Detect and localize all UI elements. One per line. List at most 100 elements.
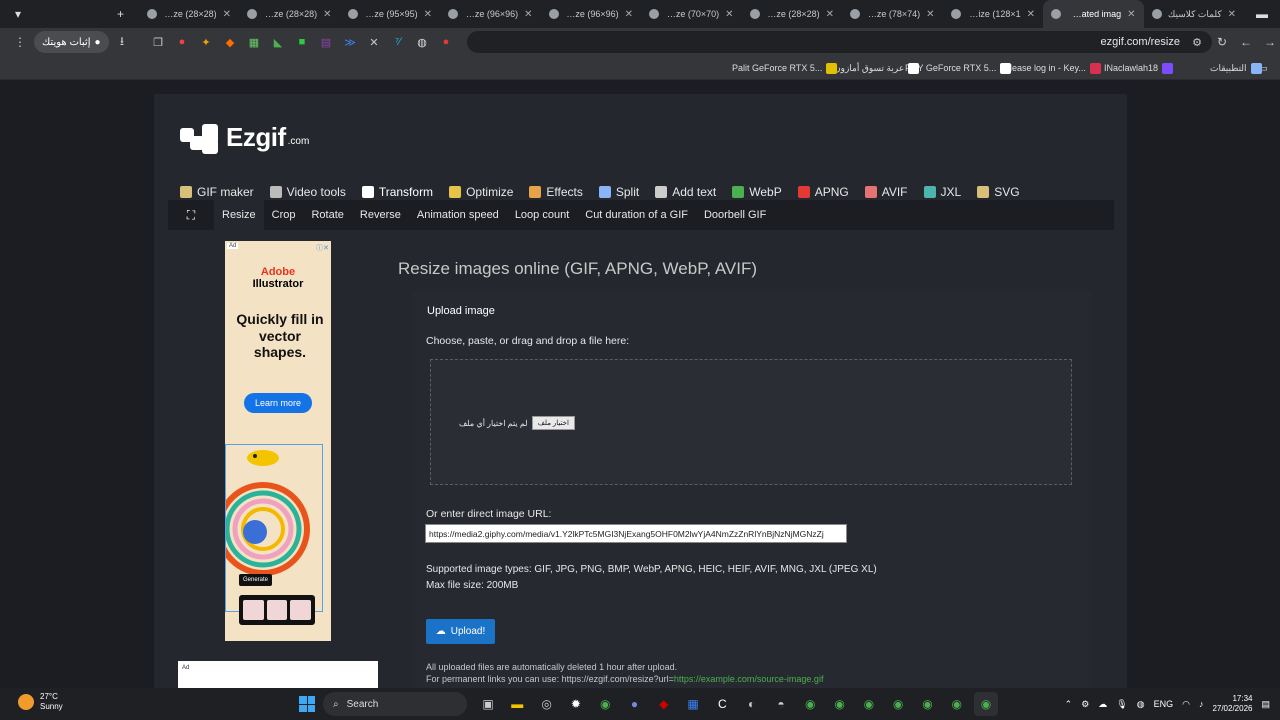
- task-view-icon[interactable]: ▣: [476, 692, 500, 716]
- bookmark-item[interactable]: عربة تسوق أمازون: [834, 60, 920, 76]
- subnav-item-doorbell-gif[interactable]: Doorbell GIF: [696, 200, 774, 230]
- back-button[interactable]: ←: [1234, 30, 1258, 54]
- weather-widget[interactable]: 27°C Sunny: [18, 692, 63, 712]
- bookmark-item[interactable]: Please log in - Key...: [1004, 60, 1101, 76]
- clock[interactable]: 17:34 27/02/2026: [1212, 694, 1252, 714]
- browser-tab[interactable]: ✕ كلمات كلاسيك: [1144, 0, 1245, 28]
- nav-item-webp[interactable]: WebP: [732, 185, 789, 199]
- subnav-item-rotate[interactable]: Rotate: [303, 200, 351, 230]
- mute-icon[interactable]: ✕: [362, 30, 386, 54]
- nav-item-effects[interactable]: Effects: [529, 185, 590, 199]
- discord-icon[interactable]: ●: [622, 692, 646, 716]
- chevron-up-icon[interactable]: ⌃: [1065, 699, 1073, 710]
- extension-puzzle-icon[interactable]: ❐: [146, 30, 170, 54]
- nav-item-optimize[interactable]: Optimize: [449, 185, 521, 199]
- extension-icon[interactable]: ◣: [266, 30, 290, 54]
- chrome-icon[interactable]: ◉: [974, 692, 999, 716]
- new-tab-button[interactable]: +: [103, 0, 139, 28]
- chrome-icon[interactable]: ◉: [945, 692, 969, 716]
- nav-item-apng[interactable]: APNG: [797, 185, 857, 199]
- close-tab-icon[interactable]: ✕: [625, 9, 633, 20]
- forward-button[interactable]: →: [1258, 30, 1280, 54]
- tab-search-button[interactable]: ▾: [0, 0, 36, 28]
- browser-tab[interactable]: ✕ fullsize (128×1: [943, 0, 1044, 28]
- taskbar-search[interactable]: ⌕ Search: [323, 692, 467, 716]
- chrome-icon[interactable]: ◉: [857, 692, 881, 716]
- extension-icon[interactable]: ⁷⁄: [386, 30, 410, 54]
- extension-icon[interactable]: ■: [290, 30, 314, 54]
- ad-banner[interactable]: Ad ⓘ✕ Adobe Illustrator Quickly fill in …: [225, 241, 331, 641]
- file-dropzone[interactable]: اختيار ملف لم يتم اختيار أي ملف: [430, 359, 1072, 485]
- browser-tab[interactable]: ✕ fullsize (28×28): [139, 0, 240, 28]
- app-icon[interactable]: ◎: [535, 692, 559, 716]
- nav-item-split[interactable]: Split: [598, 185, 647, 199]
- address-bar[interactable]: ezgif.com/resize ⚙: [467, 31, 1212, 53]
- site-settings-icon[interactable]: ⚙: [1192, 36, 1202, 49]
- nav-item-add-text[interactable]: Add text: [655, 185, 724, 199]
- file-explorer-icon[interactable]: ▬: [505, 692, 529, 716]
- close-tab-icon[interactable]: ✕: [424, 9, 432, 20]
- volume-icon[interactable]: ♪: [1199, 699, 1204, 709]
- bottom-ad[interactable]: Ad: [178, 661, 378, 688]
- chrome-icon[interactable]: ◉: [593, 692, 617, 716]
- close-tab-icon[interactable]: ✕: [826, 9, 834, 20]
- browser-tab[interactable]: ✕ fullsize (96×96): [440, 0, 541, 28]
- app-icon[interactable]: ◆: [652, 692, 676, 716]
- extension-icon[interactable]: ●: [434, 30, 458, 54]
- extension-icon[interactable]: ◍: [410, 30, 434, 54]
- close-tab-icon[interactable]: ✕: [1127, 9, 1135, 20]
- bookmark-item[interactable]: Palit GeForce RTX 5...: [732, 60, 838, 76]
- example-url-link[interactable]: https://example.com/source-image.gif: [674, 674, 824, 684]
- tray-app-icon[interactable]: ☁: [1098, 699, 1107, 710]
- nav-item-jxl[interactable]: JXL: [923, 185, 970, 199]
- app-icon[interactable]: ✹: [564, 692, 588, 716]
- tray-app-icon[interactable]: ⚙: [1081, 699, 1089, 710]
- subnav-item-loop-count[interactable]: Loop count: [507, 200, 577, 230]
- browser-tab[interactable]: ✕ fullsize (96×96): [541, 0, 642, 28]
- nav-item-svg[interactable]: SVG: [977, 185, 1027, 199]
- menu-button[interactable]: ⋮: [8, 30, 32, 54]
- app-icon[interactable]: ▦: [681, 692, 705, 716]
- wifi-icon[interactable]: ◠: [1182, 699, 1190, 710]
- browser-tab[interactable]: ✕ Animated imag: [1043, 0, 1144, 28]
- extension-icon[interactable]: ▤: [314, 30, 338, 54]
- notifications-icon[interactable]: ▤: [1261, 699, 1270, 710]
- browser-tab[interactable]: ✕ fullsize (78×74): [842, 0, 943, 28]
- site-logo[interactable]: Ezgif .com: [180, 122, 309, 154]
- bookmark-item[interactable]: التطبيقات: [1210, 60, 1262, 76]
- extension-icon[interactable]: ≫: [338, 30, 362, 54]
- choose-file-button[interactable]: اختيار ملف: [531, 416, 575, 430]
- language-indicator[interactable]: ENG: [1154, 699, 1174, 709]
- close-window-button[interactable]: ▬: [1244, 0, 1280, 28]
- extension-icon[interactable]: ✦: [194, 30, 218, 54]
- close-tab-icon[interactable]: ✕: [1228, 9, 1236, 20]
- extension-icon[interactable]: ▦: [242, 30, 266, 54]
- app-icon[interactable]: C: [710, 692, 734, 716]
- start-button[interactable]: [299, 696, 315, 712]
- close-tab-icon[interactable]: ✕: [524, 9, 532, 20]
- close-tab-icon[interactable]: ✕: [323, 9, 331, 20]
- nav-item-video-tools[interactable]: Video tools: [269, 185, 354, 199]
- reload-button[interactable]: ↻: [1210, 30, 1234, 54]
- subnav-item-crop[interactable]: Crop: [264, 200, 304, 230]
- chrome-icon[interactable]: ◉: [886, 692, 910, 716]
- extension-icon[interactable]: ●: [170, 30, 194, 54]
- close-tab-icon[interactable]: ✕: [926, 9, 934, 20]
- file-input[interactable]: اختيار ملف لم يتم اختيار أي ملف: [459, 416, 575, 430]
- subnav-item-cut-duration-of-a-gif[interactable]: Cut duration of a GIF: [577, 200, 696, 230]
- bookmark-item[interactable]: PNY GeForce RTX 5...: [905, 60, 1012, 76]
- bookmark-item[interactable]: INaclawlah18: [1104, 60, 1174, 76]
- steam-icon[interactable]: ◓: [769, 692, 793, 716]
- subnav-item-reverse[interactable]: Reverse: [352, 200, 409, 230]
- close-tab-icon[interactable]: ✕: [223, 9, 231, 20]
- browser-tab[interactable]: ✕ fullsize (70×70): [641, 0, 742, 28]
- ad-learn-more-button[interactable]: Learn more: [244, 393, 312, 413]
- microphone-icon[interactable]: 🎙: [1116, 699, 1127, 710]
- image-url-input[interactable]: [425, 524, 847, 543]
- extension-icon[interactable]: ◆: [218, 30, 242, 54]
- profile-button[interactable]: إثبات هويتك ●: [34, 31, 109, 53]
- subnav-item-resize[interactable]: Resize: [214, 200, 264, 230]
- upload-button[interactable]: ☁ Upload!: [426, 619, 495, 644]
- close-tab-icon[interactable]: ✕: [725, 9, 733, 20]
- nav-item-gif-maker[interactable]: GIF maker: [180, 185, 262, 199]
